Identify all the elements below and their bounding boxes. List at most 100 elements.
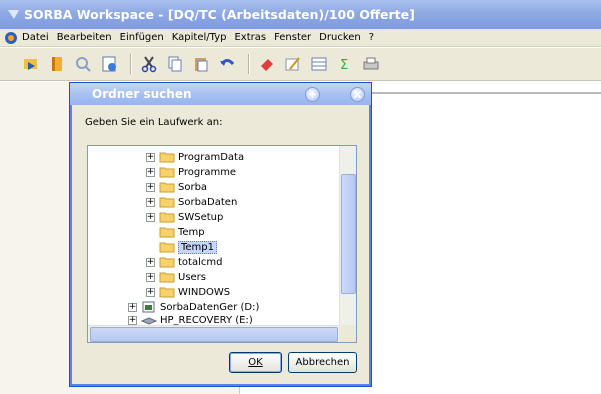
tree-node[interactable]: + Programme bbox=[146, 165, 236, 179]
tree-node-label: totalcmd bbox=[178, 256, 223, 268]
expand-plus-icon[interactable]: + bbox=[146, 182, 155, 192]
tree-node[interactable]: + ProgramData bbox=[146, 150, 244, 164]
scroll-thumb[interactable] bbox=[90, 327, 338, 342]
ok-button[interactable]: OK bbox=[229, 352, 282, 373]
toolbar-separator bbox=[248, 54, 250, 74]
cancel-button-label: Abbrechen bbox=[295, 357, 350, 368]
dialog-title: Ordner suchen bbox=[92, 87, 192, 101]
menu-label: Fenster bbox=[274, 32, 312, 43]
expand-plus-icon[interactable]: + bbox=[146, 167, 155, 177]
folder-icon bbox=[159, 256, 175, 268]
expand-plus-icon[interactable]: + bbox=[146, 257, 155, 267]
menu-label: Datei bbox=[22, 32, 49, 43]
menu-bar: Datei Bearbeiten Einfügen Kapitel/Typ Ex… bbox=[0, 29, 601, 47]
open-icon[interactable] bbox=[20, 53, 42, 75]
edit-icon[interactable] bbox=[282, 53, 304, 75]
tree-node[interactable]: + totalcmd bbox=[146, 255, 222, 269]
svg-text:Σ: Σ bbox=[340, 58, 348, 73]
tree-node-label: Temp bbox=[178, 226, 205, 238]
folder-open-icon bbox=[159, 241, 175, 253]
tree-node-label: SorbaDaten bbox=[178, 196, 238, 208]
scroll-thumb[interactable] bbox=[341, 174, 356, 294]
folder-tree[interactable]: + ProgramData + Programme + Sorba + Sorb… bbox=[87, 145, 357, 343]
scroll-corner bbox=[339, 325, 356, 342]
menu-label: Bearbeiten bbox=[56, 32, 112, 43]
folder-icon bbox=[159, 181, 175, 193]
tree-node-label: SWSetup bbox=[178, 211, 224, 223]
toolbar: Σ bbox=[0, 48, 601, 81]
menu-bearbeiten[interactable]: Bearbeiten bbox=[57, 32, 112, 43]
window-title: SORBA Workspace - [DQ/TC (Arbeitsdaten)/… bbox=[24, 7, 415, 22]
menu-label: Einfügen bbox=[119, 32, 164, 43]
menu-label: Kapitel/Typ bbox=[171, 32, 227, 43]
vertical-scrollbar[interactable] bbox=[339, 146, 356, 326]
dialog-close-button[interactable] bbox=[350, 86, 365, 102]
eraser-icon[interactable] bbox=[256, 53, 278, 75]
tree-node-label: HP_RECOVERY (E:) bbox=[160, 314, 253, 326]
expand-plus-icon[interactable]: + bbox=[146, 197, 155, 207]
tree-node-label: Temp1 bbox=[178, 240, 218, 254]
folder-icon bbox=[159, 151, 175, 163]
drive-icon bbox=[141, 301, 157, 313]
menu-datei[interactable]: Datei bbox=[22, 32, 49, 43]
folder-icon bbox=[159, 226, 175, 238]
page-icon[interactable] bbox=[98, 53, 120, 75]
menu-extras[interactable]: Extras bbox=[234, 32, 266, 43]
folder-tree-content: + ProgramData + Programme + Sorba + Sorb… bbox=[88, 146, 340, 326]
expand-plus-icon[interactable]: + bbox=[146, 152, 155, 162]
sum-icon[interactable]: Σ bbox=[334, 53, 356, 75]
tree-node-label: WINDOWS bbox=[178, 286, 231, 298]
table-icon[interactable] bbox=[308, 53, 330, 75]
tree-node-label: Programme bbox=[178, 166, 237, 178]
menu-label: ? bbox=[368, 32, 375, 43]
tree-node[interactable]: + WINDOWS bbox=[146, 285, 230, 299]
toolbar-separator bbox=[130, 54, 132, 74]
plus-icon bbox=[309, 90, 316, 98]
menu-help[interactable]: ? bbox=[369, 32, 374, 43]
dialog-extra-button[interactable] bbox=[305, 86, 320, 102]
expand-plus-icon[interactable]: + bbox=[128, 302, 137, 312]
folder-icon bbox=[159, 166, 175, 178]
menu-kapitel-typ[interactable]: Kapitel/Typ bbox=[172, 32, 227, 43]
cut-icon[interactable] bbox=[138, 53, 160, 75]
undo-icon[interactable] bbox=[216, 53, 238, 75]
tree-node[interactable]: Temp bbox=[146, 225, 205, 239]
expand-plus-icon[interactable]: + bbox=[146, 272, 155, 282]
tree-node-label: Sorba bbox=[178, 181, 208, 193]
copy-icon[interactable] bbox=[164, 53, 186, 75]
tree-node-label: Users bbox=[178, 271, 207, 283]
menu-einfuegen[interactable]: Einfügen bbox=[120, 32, 164, 43]
tree-node-label: ProgramData bbox=[178, 151, 245, 163]
dialog-body: Geben Sie ein Laufwerk an: + ProgramData… bbox=[72, 105, 369, 384]
ok-button-label: OK bbox=[248, 357, 263, 368]
expand-plus-icon[interactable]: + bbox=[146, 212, 155, 222]
dialog-titlebar[interactable]: Ordner suchen bbox=[70, 83, 371, 105]
app-logo-icon bbox=[6, 8, 20, 22]
dialog-prompt: Geben Sie ein Laufwerk an: bbox=[85, 117, 223, 128]
tree-node[interactable]: + SorbaDaten bbox=[146, 195, 237, 209]
tree-node[interactable]: + Users bbox=[146, 270, 206, 284]
horizontal-scrollbar[interactable] bbox=[88, 325, 340, 342]
expand-plus-icon[interactable]: + bbox=[128, 315, 137, 325]
tree-node[interactable]: + SWSetup bbox=[146, 210, 223, 224]
expand-plus-icon[interactable]: + bbox=[146, 287, 155, 297]
menu-label: Extras bbox=[234, 32, 267, 43]
tree-node[interactable]: + Sorba bbox=[146, 180, 207, 194]
menu-drucken[interactable]: Drucken bbox=[319, 32, 361, 43]
app-menu-icon[interactable] bbox=[4, 31, 18, 45]
document-ruler-line bbox=[372, 92, 601, 94]
menu-fenster[interactable]: Fenster bbox=[274, 32, 311, 43]
tree-node-label: SorbaDatenGer (D:) bbox=[160, 301, 260, 313]
tree-node-selected[interactable]: Temp1 bbox=[146, 240, 218, 254]
folder-icon bbox=[159, 196, 175, 208]
print-icon[interactable] bbox=[360, 53, 382, 75]
cancel-button[interactable]: Abbrechen bbox=[288, 352, 357, 373]
tree-node[interactable]: + SorbaDatenGer (D:) bbox=[128, 300, 259, 314]
zoom-icon[interactable] bbox=[72, 53, 94, 75]
paste-icon[interactable] bbox=[190, 53, 212, 75]
close-icon bbox=[353, 90, 362, 98]
folder-icon bbox=[159, 211, 175, 223]
menu-label: Drucken bbox=[319, 32, 361, 43]
app-titlebar: SORBA Workspace - [DQ/TC (Arbeitsdaten)/… bbox=[0, 0, 601, 29]
book-icon[interactable] bbox=[46, 53, 68, 75]
